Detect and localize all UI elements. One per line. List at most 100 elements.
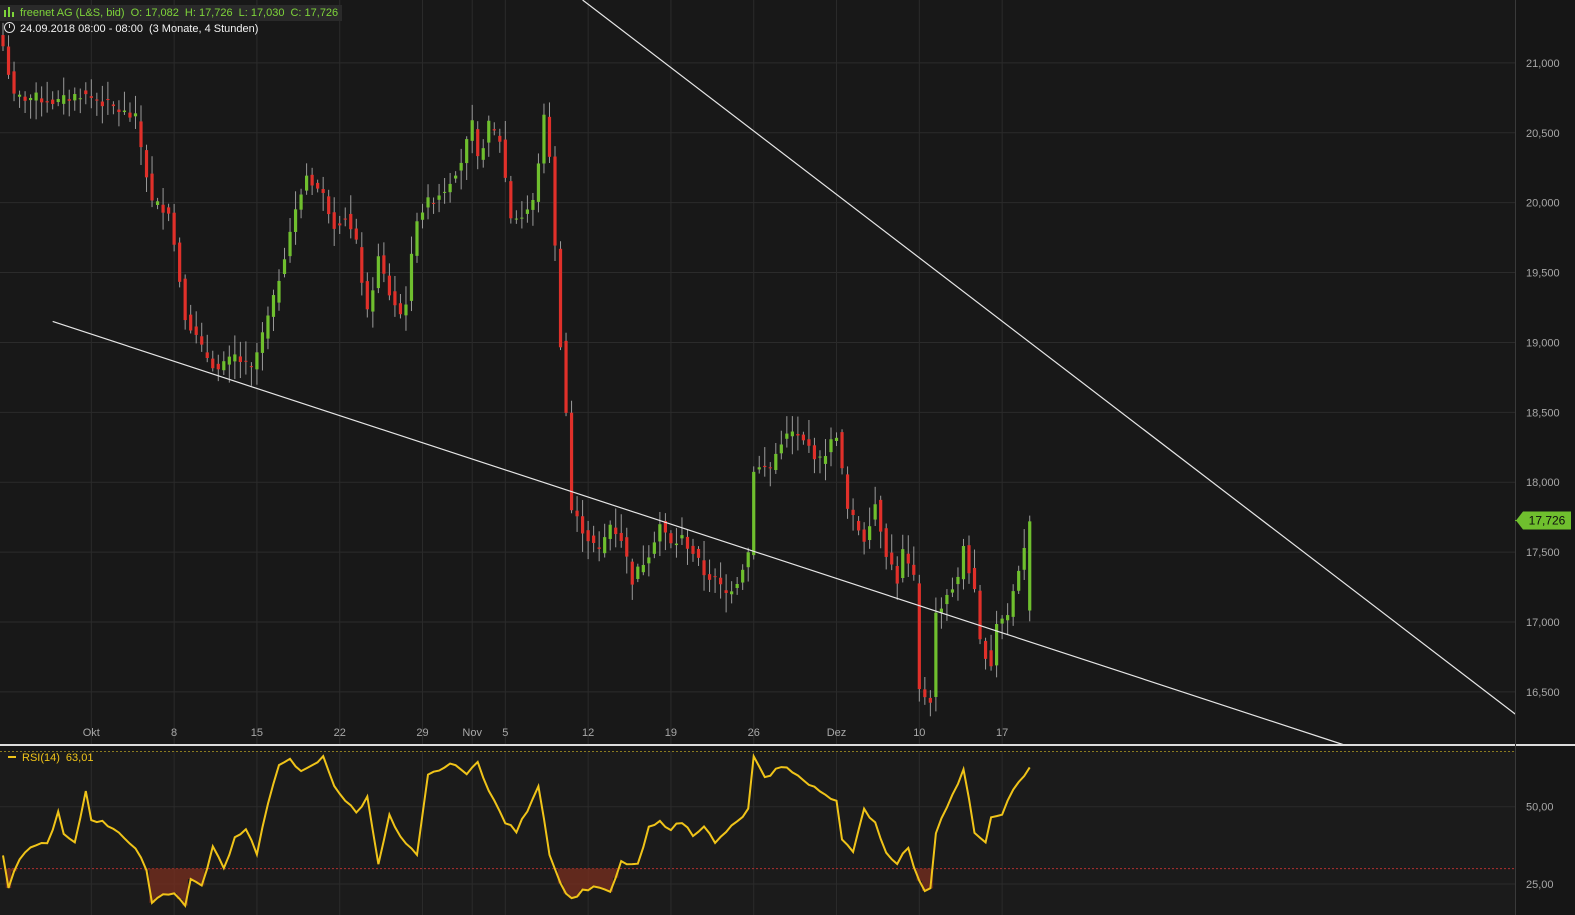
candle-body	[481, 148, 485, 160]
candle-body	[194, 326, 198, 335]
candle-body	[752, 471, 756, 556]
period-range: (3 Monate, 4 Stunden)	[148, 23, 259, 35]
candle-body	[514, 218, 518, 220]
y-tick-label: 19,500	[1526, 268, 1560, 280]
chart-canvas[interactable]: 21,000 20,500 20,000 19,500 19,000 18,500 18,0…	[0, 0, 1575, 915]
candle-body	[371, 290, 375, 312]
candle-body	[382, 255, 386, 274]
x-tick-label: 29	[416, 727, 428, 739]
candle-body	[569, 412, 574, 511]
candle-body	[901, 549, 905, 578]
candle-body	[227, 356, 231, 365]
candle-body	[1022, 547, 1026, 570]
x-tick-label: 19	[665, 727, 677, 739]
candle-body	[531, 199, 535, 210]
candle-body	[465, 139, 469, 164]
candle-body	[178, 242, 182, 282]
candle-body	[879, 499, 883, 532]
candle-body	[597, 547, 601, 549]
y-tick-label: 18,000	[1526, 477, 1560, 489]
candle-body	[299, 194, 303, 210]
candle-body	[205, 352, 209, 358]
candle-body	[647, 557, 651, 564]
candle-body	[470, 120, 474, 141]
candle-body	[950, 589, 955, 593]
candle-body	[564, 340, 568, 413]
x-tick-label: 12	[582, 727, 594, 739]
candle-body	[586, 530, 590, 542]
y-tick-label: 16,500	[1526, 687, 1560, 699]
candle-body	[691, 545, 695, 554]
candle-body	[790, 431, 794, 437]
candle-body	[713, 576, 717, 578]
candle-body	[857, 520, 861, 531]
x-tick-label: 26	[748, 727, 760, 739]
x-tick-label: 22	[334, 727, 346, 739]
candle-body	[796, 434, 800, 436]
candle-body	[862, 529, 866, 542]
candle-body	[961, 545, 966, 580]
candle-body	[685, 536, 690, 549]
candle-body	[834, 437, 839, 441]
candle-body	[487, 120, 491, 143]
candle-body	[95, 99, 99, 101]
candle-body	[972, 567, 977, 590]
candle-body	[768, 467, 772, 469]
candle-body	[785, 433, 789, 439]
candle-body	[271, 295, 276, 317]
candle-body	[884, 528, 888, 557]
candle-body	[211, 358, 215, 369]
candle-body	[641, 564, 645, 573]
candle-body	[78, 98, 82, 100]
candle-body	[735, 583, 739, 589]
date-info: 24.09.2018 08:00 - 08:00 (3 Monate, 4 Stu…	[0, 21, 262, 37]
candle-body	[581, 516, 585, 534]
instrument-name: freenet AG (L&S, bid)	[20, 7, 125, 19]
candle-body	[349, 213, 353, 230]
candle-body	[62, 95, 66, 104]
candle-body	[724, 590, 728, 593]
date-range: 24.09.2018 08:00 - 08:00	[20, 23, 143, 35]
candle-body	[801, 434, 805, 441]
candle-body	[956, 576, 960, 585]
candle-body	[167, 207, 171, 214]
y-tick-label: 17,500	[1526, 547, 1560, 559]
instrument-info: freenet AG (L&S, bid) O: 17,082 H: 17,726 L…	[0, 5, 343, 21]
candle-body	[133, 113, 138, 117]
candle-body	[222, 361, 226, 371]
candle-body	[437, 195, 441, 200]
candle-body	[614, 527, 618, 535]
candle-body	[45, 101, 49, 103]
rsi-swatch-icon	[8, 756, 16, 758]
candle-body	[117, 109, 121, 113]
candle-body	[288, 231, 292, 257]
candle-body	[51, 99, 55, 104]
candle-body	[67, 99, 71, 101]
candle-body	[459, 162, 463, 171]
candle-body	[1017, 570, 1021, 591]
candle-body	[100, 101, 104, 107]
x-tick-label: 15	[251, 727, 263, 739]
last-price-tag: 17,726	[1515, 511, 1571, 530]
candle-body	[945, 594, 949, 605]
candle-body	[730, 591, 734, 595]
candle-body	[161, 204, 165, 213]
candlestick-icon	[4, 7, 14, 17]
candle-body	[928, 697, 932, 703]
candle-body	[967, 545, 971, 574]
candle-body	[387, 275, 391, 296]
low-value: L: 17,030	[238, 7, 285, 19]
candle-body	[144, 150, 149, 178]
candle-body	[890, 552, 894, 565]
candle-body	[172, 212, 176, 245]
candle-body	[354, 228, 358, 240]
candle-body	[823, 456, 828, 464]
rsi-y-tick-label: 25,00	[1526, 879, 1554, 891]
candle-body	[17, 94, 22, 97]
candle-body	[603, 537, 607, 554]
candle-body	[249, 366, 253, 368]
candle-body	[233, 354, 237, 362]
candle-body	[111, 104, 115, 107]
candle-body	[498, 135, 502, 142]
candle-body	[525, 209, 529, 214]
